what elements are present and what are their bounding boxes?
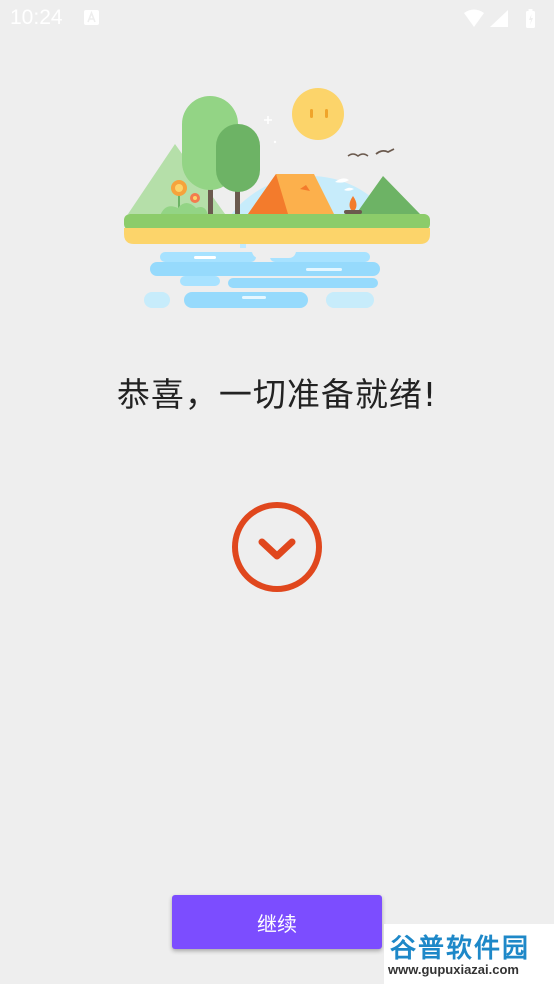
status-bar: 10:24	[0, 0, 554, 38]
camping-landscape-illustration	[124, 88, 430, 308]
signal-icon	[490, 10, 508, 27]
status-icons	[464, 9, 535, 28]
check-circle-icon	[232, 502, 322, 592]
ground	[124, 214, 430, 230]
notification-a-icon	[84, 10, 99, 25]
battery-icon	[526, 9, 535, 28]
watermark-url: www.gupuxiazai.com	[388, 962, 519, 977]
site-watermark: 谷普软件园 www.gupuxiazai.com	[384, 924, 554, 984]
success-headline: 恭喜，一切准备就绪!	[116, 375, 438, 414]
wifi-icon	[464, 9, 484, 27]
status-time: 10:24	[10, 6, 63, 29]
watermark-logo: 谷普软件园	[390, 934, 531, 964]
sun-icon	[292, 88, 344, 140]
continue-button[interactable]: 继续	[172, 895, 382, 949]
ground-sand	[124, 228, 430, 244]
small-tree-icon	[216, 124, 260, 193]
